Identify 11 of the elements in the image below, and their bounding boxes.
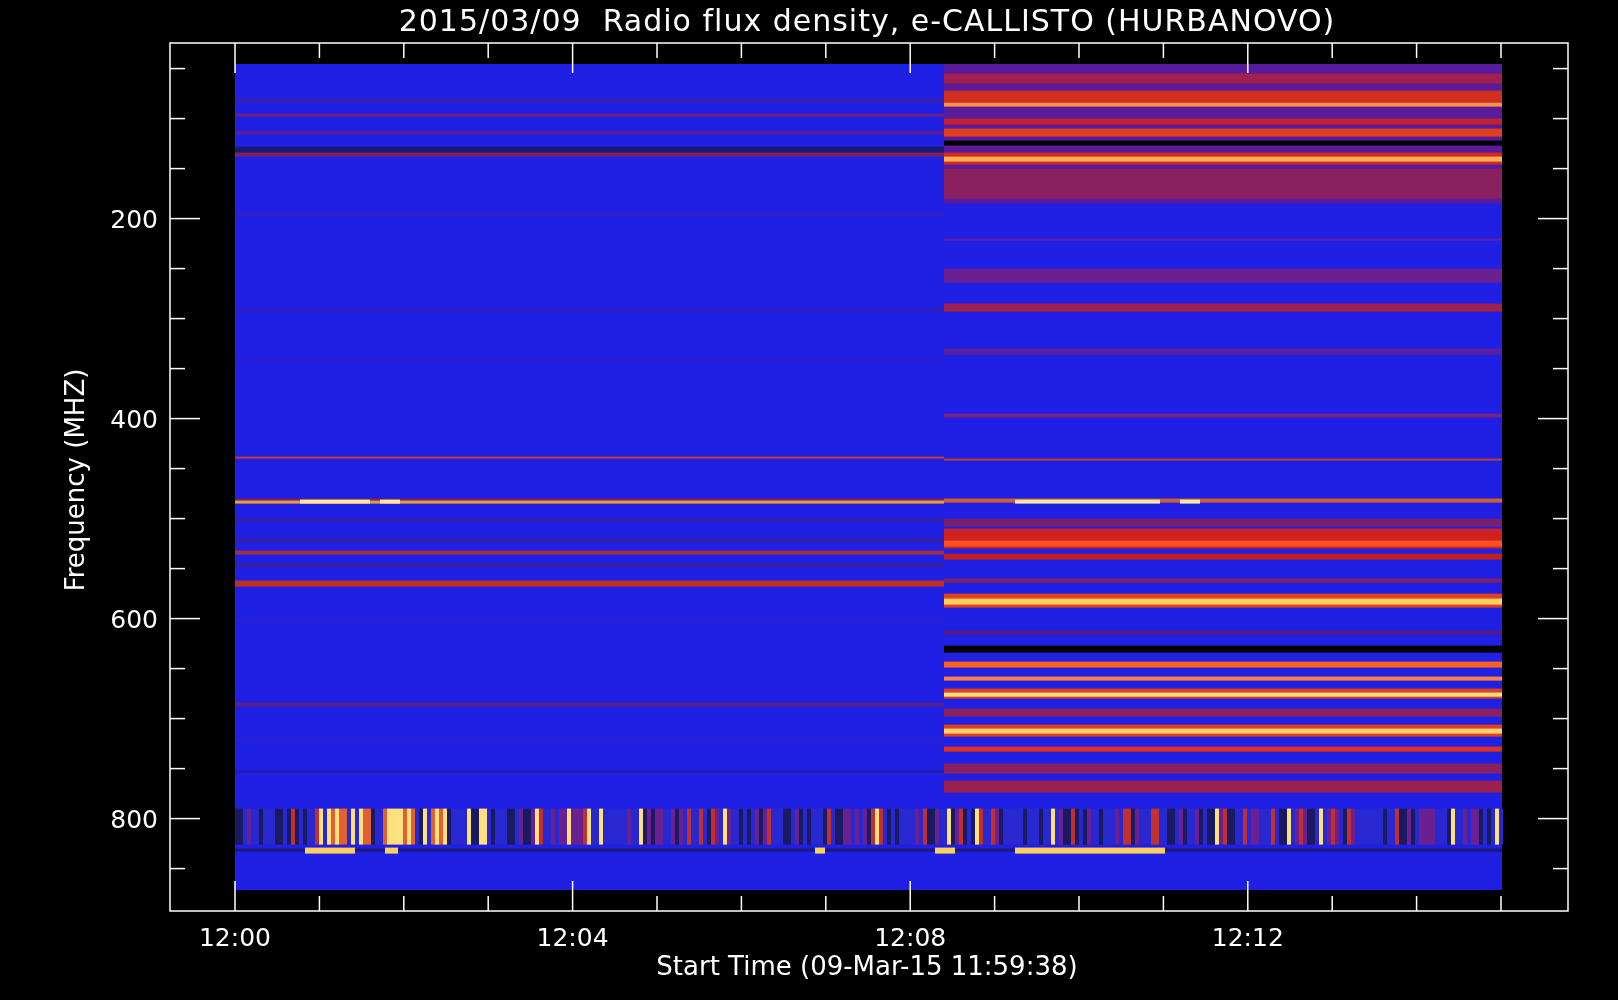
tick-label: 12:04 bbox=[536, 923, 609, 952]
tick-label: 400 bbox=[110, 404, 158, 434]
axis-title: Start Time (09-Mar-15 11:59:38) bbox=[656, 951, 1078, 981]
chart-title: 2015/03/09 Radio flux density, e-CALLISTO (HURBANOVO) bbox=[398, 3, 1336, 38]
tick-label: 12:08 bbox=[874, 923, 947, 952]
tick-label: 12:00 bbox=[199, 923, 271, 952]
tick-label: 800 bbox=[110, 804, 158, 834]
axis-title: Frequency (MHZ) bbox=[60, 368, 90, 592]
tick-label: 600 bbox=[110, 604, 158, 634]
tick-label: 200 bbox=[110, 204, 158, 234]
tick-label: 12:12 bbox=[1211, 923, 1284, 952]
